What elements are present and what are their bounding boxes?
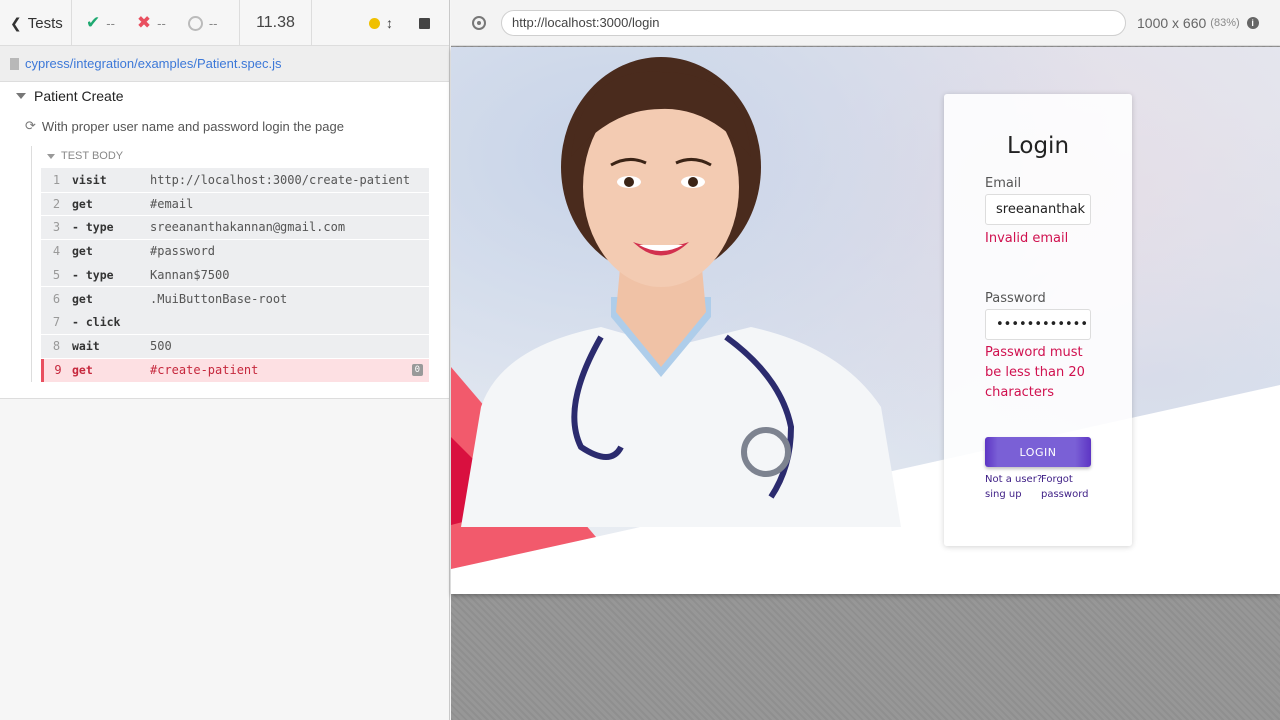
refresh-icon: ⟳ (25, 118, 36, 133)
test-title-label: With proper user name and password login… (41, 118, 344, 134)
password-field[interactable]: •••••••••••••• (985, 309, 1091, 340)
command-log: 1 visit http://localhost:3000/create-pat… (41, 168, 429, 382)
command-row[interactable]: 8 wait 500 (41, 334, 429, 359)
command-number: 6 (52, 291, 61, 306)
failed-stat: ✖ -- (137, 13, 166, 33)
url-text: http://localhost:3000/login (512, 15, 660, 30)
command-row[interactable]: 4 get #password (41, 239, 429, 263)
command-number: 3 (52, 220, 61, 234)
command-name: - click (72, 315, 121, 329)
command-row[interactable]: 6 get .MuiButtonBase-root (41, 287, 429, 311)
command-name: wait (72, 339, 100, 353)
viewport-scale: (83%) (1210, 16, 1240, 29)
password-label: Password (985, 291, 1046, 306)
spec-file-bar: cypress/integration/examples/Patient.spe… (0, 46, 449, 82)
command-message: #create-patient (150, 363, 259, 378)
pending-stat: -- (187, 15, 218, 31)
command-message: 500 (150, 339, 172, 353)
command-row-failed[interactable]: 9 get #create-patient 0 (41, 358, 429, 382)
command-name: get (72, 291, 93, 306)
circle-icon (187, 15, 203, 31)
file-icon (10, 57, 19, 70)
command-name: - type (72, 267, 114, 282)
command-message: Kannan$7500 (150, 267, 230, 282)
command-number: 9 (54, 363, 62, 378)
auto-scroll-icon[interactable]: ↕ (386, 15, 393, 31)
email-field[interactable]: sreeananthak (985, 194, 1091, 225)
run-controls: ↕ (312, 0, 449, 46)
command-row[interactable]: 2 get #email (41, 191, 429, 216)
failed-count: -- (157, 15, 166, 31)
suite-title[interactable]: Patient Create (16, 88, 124, 104)
check-icon: ✔ (86, 13, 101, 32)
doctor-illustration (461, 57, 901, 527)
command-message: #password (150, 244, 216, 259)
chevron-left-icon: ❮ (10, 14, 22, 31)
login-title: Login (1006, 133, 1070, 159)
command-message: sreeananthakannan@gmail.com (150, 220, 346, 234)
runnable-panel: Patient Create ⟳ With proper user name a… (0, 82, 449, 399)
tests-label: Tests (27, 14, 63, 32)
command-message: #email (150, 196, 194, 211)
aut-header: http://localhost:3000/login 1000 x 660 (… (451, 0, 1280, 46)
command-message: http://localhost:3000/create-patient (150, 172, 411, 187)
pending-count: -- (208, 15, 218, 31)
command-number: 2 (52, 196, 61, 211)
test-title[interactable]: ⟳ With proper user name and password log… (25, 118, 344, 134)
command-name: get (72, 196, 93, 211)
test-stats: ✔ -- ✖ -- -- (72, 0, 240, 46)
command-name: visit (72, 172, 107, 187)
command-name: get (72, 363, 93, 378)
command-row[interactable]: 7 - click (41, 310, 429, 335)
password-error: Password must be less than 20 characters (985, 345, 1085, 400)
auto-scroll-indicator-icon[interactable] (369, 17, 380, 29)
tests-back-button[interactable]: ❮ Tests (0, 0, 72, 46)
caret-down-icon (47, 153, 55, 159)
caret-down-icon (16, 93, 26, 99)
viewport-size: 1000 x 660 (1137, 14, 1207, 31)
passed-count: -- (106, 15, 115, 31)
command-number: 7 (52, 315, 61, 329)
command-number: 8 (52, 339, 61, 353)
element-count-badge: 0 (411, 363, 423, 376)
command-row[interactable]: 1 visit http://localhost:3000/create-pat… (41, 168, 429, 192)
test-reporter: ❮ Tests ✔ -- ✖ -- -- 11.38 ↕ cypress/int… (0, 0, 450, 720)
email-error: Invalid email (985, 231, 1069, 246)
command-message: .MuiButtonBase-root (150, 291, 288, 306)
info-icon[interactable]: i (1246, 16, 1259, 29)
spec-path-link[interactable]: cypress/integration/examples/Patient.spe… (25, 56, 282, 71)
command-name: - type (72, 220, 114, 234)
test-body-label: TEST BODY (61, 150, 124, 162)
reporter-header: ❮ Tests ✔ -- ✖ -- -- 11.38 ↕ (0, 0, 449, 46)
selector-playground-icon[interactable] (472, 15, 486, 30)
app-iframe: Login Email sreeananthak Invalid email P… (451, 47, 1280, 594)
signup-link[interactable]: Not a user? sing up (985, 472, 1043, 502)
test-body-toggle[interactable]: TEST BODY (47, 150, 123, 162)
command-number: 5 (52, 267, 61, 282)
forgot-password-link[interactable]: Forgot password (1041, 472, 1091, 502)
duration: 11.38 (240, 0, 312, 46)
email-label: Email (985, 176, 1022, 191)
login-button[interactable]: LOGIN (985, 437, 1091, 467)
stop-icon[interactable] (419, 17, 430, 29)
command-name: get (72, 244, 93, 259)
tree-line (31, 146, 32, 382)
command-number: 4 (52, 244, 61, 259)
suite-title-label: Patient Create (34, 88, 124, 104)
command-row[interactable]: 3 - type sreeananthakannan@gmail.com (41, 215, 429, 240)
login-card: Login Email sreeananthak Invalid email P… (944, 94, 1132, 546)
x-icon: ✖ (136, 13, 152, 32)
command-number: 1 (52, 172, 61, 187)
url-bar[interactable]: http://localhost:3000/login (501, 9, 1126, 36)
passed-stat: ✔ -- (86, 13, 115, 33)
aut-panel: http://localhost:3000/login 1000 x 660 (… (451, 0, 1280, 720)
command-row[interactable]: 5 - type Kannan$7500 (41, 263, 429, 287)
